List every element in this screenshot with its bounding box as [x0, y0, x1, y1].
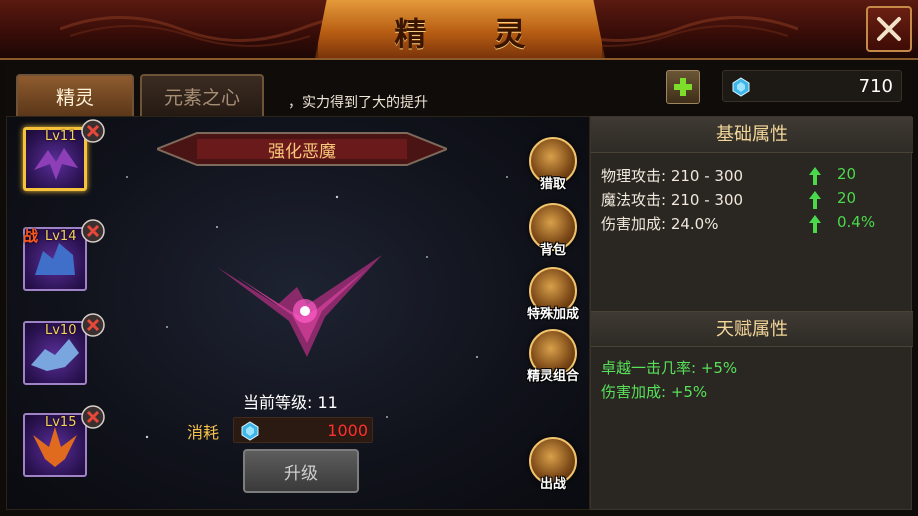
spirit-combo-button[interactable]: 精灵组合 — [523, 329, 583, 395]
base-attributes-heading: 基础属性 — [591, 117, 913, 153]
spirit-level: Lv10 — [45, 323, 77, 338]
talent-crit-chance: 卓越一击几率: +5% — [601, 359, 738, 377]
bag-button[interactable]: 背包 — [523, 203, 583, 269]
attr-magic-attack: 魔法攻击: 210 - 300 — [601, 191, 744, 209]
spirit-level: Lv15 — [45, 415, 77, 430]
add-currency-button[interactable] — [666, 70, 700, 104]
hunt-button[interactable]: 猎取 — [523, 137, 583, 203]
battle-badge: 战 — [23, 227, 39, 245]
currency-display: 710 — [722, 70, 902, 102]
blue-gem-icon — [732, 77, 750, 97]
deploy-label: 出战 — [539, 477, 566, 492]
talent-attributes-heading: 天赋属性 — [591, 311, 913, 347]
spirit-display-panel: Lv11 战 Lv14 Lv10 Lv15 强化恶魔 猎取 背包 特殊加成 精灵… — [6, 116, 590, 510]
spirit-name: 强化恶魔 — [268, 142, 336, 162]
spirit-level: Lv11 — [45, 129, 77, 144]
spirit-combo-label: 精灵组合 — [526, 369, 579, 384]
upgrade-button[interactable]: 升级 — [243, 449, 359, 493]
announcement-text: ，实力得到了大的提升 — [288, 95, 428, 111]
attr-gain: 0.4% — [837, 213, 876, 231]
cost-display: 1000 — [233, 417, 373, 443]
tab-spirit[interactable]: 精灵 — [16, 74, 134, 116]
plus-icon — [674, 78, 692, 96]
bag-label: 背包 — [539, 243, 566, 258]
blue-gem-icon — [241, 421, 259, 441]
special-bonus-button[interactable]: 特殊加成 — [523, 267, 583, 333]
deploy-button[interactable]: 出战 — [523, 437, 583, 503]
spirit-slot-4[interactable]: Lv15 — [19, 405, 105, 483]
spirit-name-banner: 强化恶魔 — [154, 129, 450, 169]
spirit-model-dragon — [217, 255, 382, 357]
attr-physical-attack: 物理攻击: 210 - 300 — [601, 167, 744, 185]
cost-value: 1000 — [327, 421, 368, 440]
special-bonus-label: 特殊加成 — [526, 307, 579, 322]
remove-spirit-icon[interactable] — [81, 119, 105, 143]
current-level-text: 当前等级: 11 — [243, 393, 338, 412]
tab-strip: 精灵 元素之心 ，实力得到了大的提升 710 — [6, 64, 912, 116]
attr-damage-bonus: 伤害加成: 24.0% — [601, 215, 719, 233]
spirit-slot-1[interactable]: Lv11 — [19, 119, 105, 197]
arrow-up-icon — [809, 167, 821, 185]
arrow-up-icon — [809, 191, 821, 209]
tab-element-heart[interactable]: 元素之心 — [140, 74, 264, 116]
currency-amount: 710 — [858, 76, 893, 97]
hunt-label: 猎取 — [539, 177, 566, 192]
talent-damage-bonus: 伤害加成: +5% — [601, 383, 708, 401]
cost-label: 消耗 — [187, 423, 220, 442]
remove-spirit-icon[interactable] — [81, 219, 105, 243]
close-icon — [877, 17, 901, 41]
remove-spirit-icon[interactable] — [81, 313, 105, 337]
page-title: 精 灵 — [394, 15, 554, 53]
spirit-slot-3[interactable]: Lv10 — [19, 313, 105, 391]
remove-spirit-icon[interactable] — [81, 405, 105, 429]
attr-gain: 20 — [837, 165, 857, 183]
attr-gain: 20 — [837, 189, 857, 207]
attributes-panel: 基础属性 物理攻击: 210 - 300 20 魔法攻击: 210 - 300 … — [590, 116, 913, 510]
close-button[interactable] — [866, 6, 912, 52]
spirit-level: Lv14 — [45, 229, 77, 244]
arrow-up-icon — [809, 215, 821, 233]
spirit-slot-2[interactable]: 战 Lv14 — [19, 219, 105, 297]
